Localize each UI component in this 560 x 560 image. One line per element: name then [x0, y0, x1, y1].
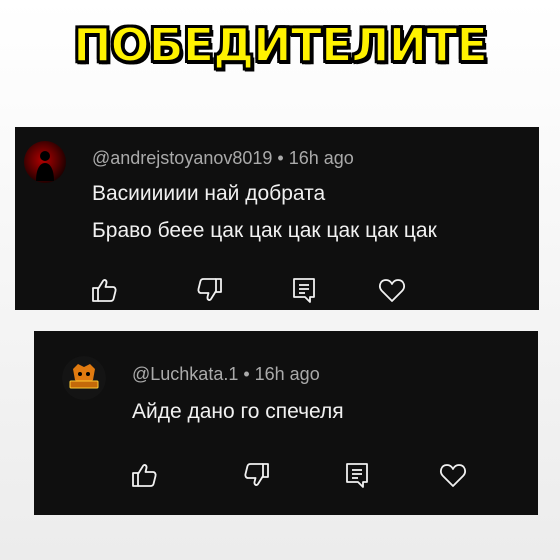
- comment-text: Васииииии най добрата: [92, 182, 326, 205]
- thumbs-up-icon[interactable]: [129, 460, 159, 490]
- avatar[interactable]: [62, 356, 106, 400]
- comment-text: Айде дано го спечеля: [132, 400, 344, 423]
- comment-card: @Luchkata.1 • 16h ago Айде дано го спече…: [34, 331, 538, 515]
- gaming-logo-icon: [62, 356, 106, 400]
- reply-icon[interactable]: [289, 275, 319, 305]
- avatar[interactable]: [24, 141, 66, 183]
- comment-meta[interactable]: @andrejstoyanov8019 • 16h ago: [92, 148, 354, 169]
- reply-icon[interactable]: [342, 460, 372, 490]
- avatar-silhouette-icon: [36, 151, 54, 181]
- comment-card: @andrejstoyanov8019 • 16h ago Васииииии …: [15, 127, 539, 310]
- heart-icon[interactable]: [377, 275, 407, 305]
- comment-meta[interactable]: @Luchkata.1 • 16h ago: [132, 364, 320, 385]
- heart-icon[interactable]: [438, 460, 468, 490]
- thumbs-down-icon[interactable]: [242, 460, 272, 490]
- page-title: ПОБЕДИТЕЛИТЕ: [72, 18, 489, 72]
- thumbs-up-icon[interactable]: [89, 275, 119, 305]
- thumbs-down-icon[interactable]: [195, 275, 225, 305]
- comment-text: Браво беее цак цак цак цак цак цак: [92, 219, 437, 242]
